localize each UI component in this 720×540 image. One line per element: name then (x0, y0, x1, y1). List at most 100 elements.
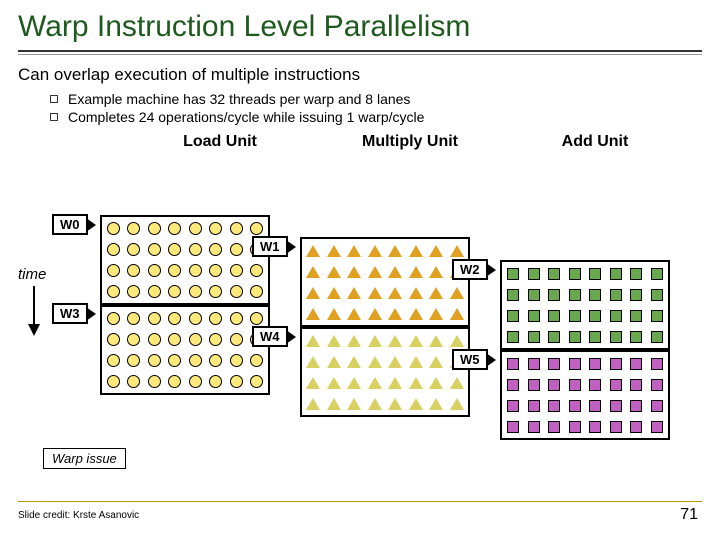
cell (346, 374, 363, 391)
cell (449, 332, 466, 349)
cell (326, 395, 343, 412)
cell (608, 265, 625, 282)
cell (305, 284, 322, 301)
cell (567, 376, 584, 393)
cell (628, 307, 645, 324)
cell (546, 397, 563, 414)
cell (526, 307, 543, 324)
cell (326, 284, 343, 301)
cell (167, 220, 184, 237)
cell (387, 305, 404, 322)
cell (346, 332, 363, 349)
cell (408, 242, 425, 259)
cell (326, 242, 343, 259)
cell (628, 265, 645, 282)
cell (608, 418, 625, 435)
cell (187, 310, 204, 327)
cell (249, 241, 266, 258)
cell (526, 418, 543, 435)
cell (326, 353, 343, 370)
cell (608, 355, 625, 372)
cell (126, 241, 143, 258)
cell (546, 376, 563, 393)
load-grid (100, 215, 270, 305)
cell (167, 241, 184, 258)
cell (567, 418, 584, 435)
cell (249, 283, 266, 300)
cell (449, 263, 466, 280)
cell (346, 353, 363, 370)
cell (146, 310, 163, 327)
cell (105, 262, 122, 279)
cell (526, 376, 543, 393)
cell (228, 262, 245, 279)
warp-w5: W5 (452, 349, 488, 370)
cell (526, 355, 543, 372)
time-arrow-icon (28, 324, 40, 336)
cell (428, 242, 445, 259)
cell (167, 352, 184, 369)
cell (567, 397, 584, 414)
cell (126, 310, 143, 327)
cell (228, 220, 245, 237)
cell (649, 418, 666, 435)
cell (187, 241, 204, 258)
mul-grid (300, 327, 470, 417)
cell (187, 352, 204, 369)
cell (228, 310, 245, 327)
cell (505, 397, 522, 414)
load-grid (100, 305, 270, 395)
cell (408, 284, 425, 301)
cell (546, 307, 563, 324)
cell (126, 220, 143, 237)
bullet-text: Example machine has 32 threads per warp … (68, 91, 410, 107)
time-arrow-line (33, 286, 35, 326)
cell (249, 331, 266, 348)
cell (126, 283, 143, 300)
cell (526, 265, 543, 282)
cell (608, 328, 625, 345)
cell (187, 373, 204, 390)
bullet-square-icon (50, 113, 58, 121)
cell (146, 283, 163, 300)
cell (387, 395, 404, 412)
cell (228, 283, 245, 300)
cell (526, 286, 543, 303)
cell (628, 397, 645, 414)
cell (187, 262, 204, 279)
cell (587, 355, 604, 372)
cell (428, 284, 445, 301)
cell (628, 418, 645, 435)
cell (587, 265, 604, 282)
mul-grid (300, 237, 470, 327)
page-number: 71 (680, 506, 698, 524)
cell (546, 418, 563, 435)
cell (387, 284, 404, 301)
cell (505, 328, 522, 345)
rule-top (18, 50, 702, 52)
cell (587, 397, 604, 414)
cell (367, 242, 384, 259)
rule-sub (18, 54, 702, 55)
cell (505, 376, 522, 393)
cell (305, 332, 322, 349)
add-unit-label: Add Unit (510, 133, 680, 151)
cell (126, 262, 143, 279)
cell (208, 283, 225, 300)
cell (367, 284, 384, 301)
cell (449, 395, 466, 412)
cell (567, 328, 584, 345)
cell (346, 395, 363, 412)
cell (505, 355, 522, 372)
cell (505, 265, 522, 282)
cell (105, 220, 122, 237)
warp-issue-label: Warp issue (43, 448, 126, 469)
cell (346, 305, 363, 322)
cell (649, 286, 666, 303)
cell (505, 418, 522, 435)
cell (105, 331, 122, 348)
cell (228, 241, 245, 258)
cell (408, 395, 425, 412)
cell (305, 374, 322, 391)
cell (526, 328, 543, 345)
